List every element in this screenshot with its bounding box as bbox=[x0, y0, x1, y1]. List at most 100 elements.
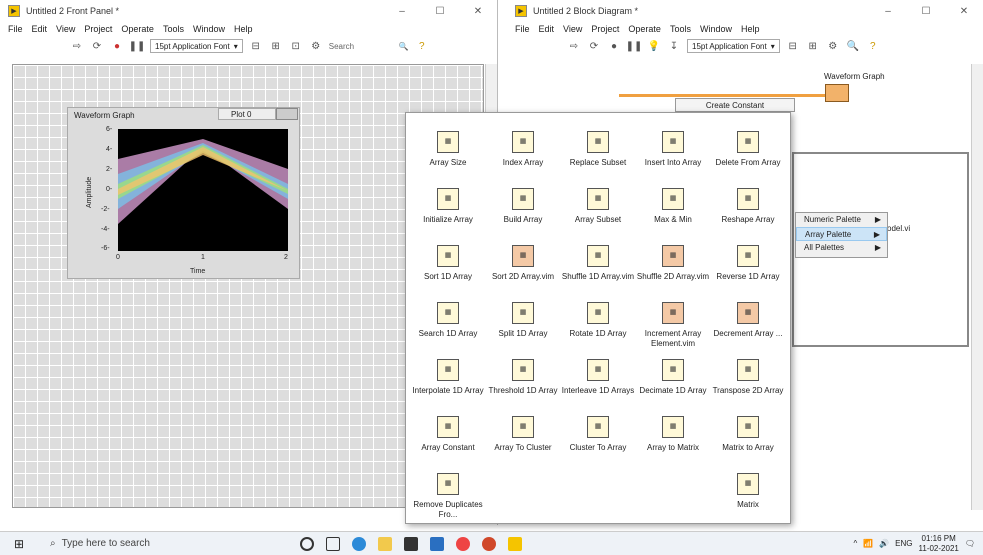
plot-legend-label[interactable]: Plot 0 bbox=[218, 108, 276, 120]
distribute-icon[interactable]: ⊞ bbox=[806, 39, 820, 53]
search-field[interactable]: Search 🔍 bbox=[329, 42, 409, 51]
mail-icon[interactable] bbox=[430, 536, 444, 551]
palette-item-reshape-array[interactable]: ▦ Reshape Array bbox=[710, 188, 786, 225]
palette-item-split-1d-array[interactable]: ▦ Split 1D Array bbox=[485, 302, 561, 339]
help-icon[interactable]: ? bbox=[415, 39, 429, 53]
highlight-execution-icon[interactable]: 💡 bbox=[647, 39, 661, 53]
menu-operate[interactable]: Operate bbox=[121, 24, 154, 34]
palette-item-remove-duplicates-fro[interactable]: ▦ Remove Duplicates Fro... bbox=[410, 473, 486, 520]
help-icon[interactable]: ? bbox=[866, 39, 880, 53]
menu-file[interactable]: File bbox=[515, 24, 530, 34]
reorder-icon[interactable]: ⚙ bbox=[309, 39, 323, 53]
palette-item-decimate-1d-array[interactable]: ▦ Decimate 1D Array bbox=[635, 359, 711, 396]
font-select[interactable]: 15pt Application Font ▾ bbox=[150, 39, 243, 53]
menu-help[interactable]: Help bbox=[234, 24, 253, 34]
resize-icon[interactable]: ⊡ bbox=[289, 39, 303, 53]
palette-item-max-min[interactable]: ▦ Max & Min bbox=[635, 188, 711, 225]
distribute-icon[interactable]: ⊞ bbox=[269, 39, 283, 53]
volume-icon[interactable]: 🔊 bbox=[879, 539, 889, 548]
vertical-scrollbar[interactable] bbox=[971, 64, 983, 510]
palette-item-build-array[interactable]: ▦ Build Array bbox=[485, 188, 561, 225]
run-arrow-icon[interactable]: ⇨ bbox=[567, 39, 581, 53]
maximize-button[interactable]: ☐ bbox=[907, 6, 945, 17]
chevron-up-icon[interactable]: ^ bbox=[853, 539, 857, 548]
step-icon[interactable]: ↧ bbox=[667, 39, 681, 53]
palette-item-array-size[interactable]: ▦ Array Size bbox=[410, 131, 486, 168]
pause-icon[interactable]: ❚❚ bbox=[129, 39, 146, 53]
palette-item-sort-2d-array-vim[interactable]: ▦ Sort 2D Array.vim bbox=[485, 245, 561, 282]
palette-item-replace-subset[interactable]: ▦ Replace Subset bbox=[560, 131, 636, 168]
palette-item-shuffle-2d-array-vim[interactable]: ▦ Shuffle 2D Array.vim bbox=[635, 245, 711, 282]
palette-item-matrix-to-array[interactable]: ▦ Matrix to Array bbox=[710, 416, 786, 453]
palette-item-interleave-1d-arrays[interactable]: ▦ Interleave 1D Arrays bbox=[560, 359, 636, 396]
plot-legend-swatch[interactable] bbox=[276, 108, 298, 120]
menu-view[interactable]: View bbox=[56, 24, 75, 34]
menu-operate[interactable]: Operate bbox=[628, 24, 661, 34]
menu-file[interactable]: File bbox=[8, 24, 23, 34]
palette-item-search-1d-array[interactable]: ▦ Search 1D Array bbox=[410, 302, 486, 339]
menu-item-all-palettes[interactable]: All Palettes ▶ bbox=[796, 241, 887, 255]
minimize-button[interactable]: – bbox=[869, 6, 907, 17]
palette-item-matrix[interactable]: ▦ Matrix bbox=[710, 473, 786, 510]
pause-icon[interactable]: ❚❚ bbox=[626, 39, 643, 53]
notification-icon[interactable]: 🗨 bbox=[965, 539, 975, 548]
menu-window[interactable]: Window bbox=[700, 24, 732, 34]
edge-icon[interactable] bbox=[352, 536, 366, 551]
chrome-icon[interactable] bbox=[456, 536, 470, 551]
palette-item-insert-into-array[interactable]: ▦ Insert Into Array bbox=[635, 131, 711, 168]
palette-item-interpolate-1d-array[interactable]: ▦ Interpolate 1D Array bbox=[410, 359, 486, 396]
close-button[interactable]: ✕ bbox=[459, 6, 497, 17]
palette-item-array-to-cluster[interactable]: ▦ Array To Cluster bbox=[485, 416, 561, 453]
run-continuous-icon[interactable]: ⟳ bbox=[587, 39, 601, 53]
palette-item-array-subset[interactable]: ▦ Array Subset bbox=[560, 188, 636, 225]
align-icon[interactable]: ⊟ bbox=[249, 39, 263, 53]
palette-item-delete-from-array[interactable]: ▦ Delete From Array bbox=[710, 131, 786, 168]
palette-item-array-to-matrix[interactable]: ▦ Array to Matrix bbox=[635, 416, 711, 453]
labview-taskbar-icon[interactable] bbox=[508, 536, 522, 551]
menu-edit[interactable]: Edit bbox=[32, 24, 48, 34]
palette-item-index-array[interactable]: ▦ Index Array bbox=[485, 131, 561, 168]
windows-start-icon[interactable]: ⊞ bbox=[14, 537, 24, 551]
palette-item-threshold-1d-array[interactable]: ▦ Threshold 1D Array bbox=[485, 359, 561, 396]
menu-item-numeric-palette[interactable]: Numeric Palette ▶ bbox=[796, 213, 887, 227]
abort-icon[interactable]: ● bbox=[110, 39, 124, 53]
menu-tools[interactable]: Tools bbox=[670, 24, 691, 34]
cortana-icon[interactable] bbox=[300, 536, 314, 551]
menu-window[interactable]: Window bbox=[193, 24, 225, 34]
cleanup-icon[interactable]: ⚙ bbox=[826, 39, 840, 53]
run-arrow-icon[interactable]: ⇨ bbox=[70, 39, 84, 53]
waveform-graph[interactable]: Waveform Graph Plot 0 Amplitude 6- 4- 2-… bbox=[67, 107, 300, 279]
palette-item-array-constant[interactable]: ▦ Array Constant bbox=[410, 416, 486, 453]
palette-item-reverse-1d-array[interactable]: ▦ Reverse 1D Array bbox=[710, 245, 786, 282]
clock[interactable]: 01:16 PM 11-02-2021 bbox=[919, 534, 959, 554]
palette-item-shuffle-1d-array-vim[interactable]: ▦ Shuffle 1D Array.vim bbox=[560, 245, 636, 282]
menu-item-array-palette[interactable]: Array Palette ▶ bbox=[796, 227, 887, 241]
palette-item-initialize-array[interactable]: ▦ Initialize Array bbox=[410, 188, 486, 225]
palette-item-cluster-to-array[interactable]: ▦ Cluster To Array bbox=[560, 416, 636, 453]
file-explorer-icon[interactable] bbox=[378, 536, 392, 551]
minimize-button[interactable]: – bbox=[383, 6, 421, 17]
maximize-button[interactable]: ☐ bbox=[421, 6, 459, 17]
store-icon[interactable] bbox=[404, 536, 418, 551]
powerpoint-icon[interactable] bbox=[482, 536, 496, 551]
network-icon[interactable]: 📶 bbox=[863, 539, 873, 548]
search-icon[interactable]: 🔍 bbox=[846, 39, 860, 53]
menu-view[interactable]: View bbox=[563, 24, 582, 34]
palette-item-transpose-2d-array[interactable]: ▦ Transpose 2D Array bbox=[710, 359, 786, 396]
menu-help[interactable]: Help bbox=[741, 24, 760, 34]
waveform-graph-terminal-icon[interactable] bbox=[825, 84, 849, 102]
menu-edit[interactable]: Edit bbox=[539, 24, 555, 34]
menu-project[interactable]: Project bbox=[84, 24, 112, 34]
abort-icon[interactable]: ● bbox=[607, 39, 621, 53]
menu-tools[interactable]: Tools bbox=[163, 24, 184, 34]
font-select[interactable]: 15pt Application Font ▾ bbox=[687, 39, 780, 53]
palette-item-sort-1d-array[interactable]: ▦ Sort 1D Array bbox=[410, 245, 486, 282]
language-indicator[interactable]: ENG bbox=[895, 539, 912, 548]
close-button[interactable]: ✕ bbox=[945, 6, 983, 17]
palette-item-increment-array-element-vim[interactable]: ▦ Increment Array Element.vim bbox=[635, 302, 711, 349]
run-continuous-icon[interactable]: ⟳ bbox=[90, 39, 104, 53]
palette-item-rotate-1d-array[interactable]: ▦ Rotate 1D Array bbox=[560, 302, 636, 339]
menu-project[interactable]: Project bbox=[591, 24, 619, 34]
palette-item-decrement-array[interactable]: ▦ Decrement Array ... bbox=[710, 302, 786, 339]
taskbar-search[interactable]: ⌕ Type here to search bbox=[50, 538, 270, 549]
